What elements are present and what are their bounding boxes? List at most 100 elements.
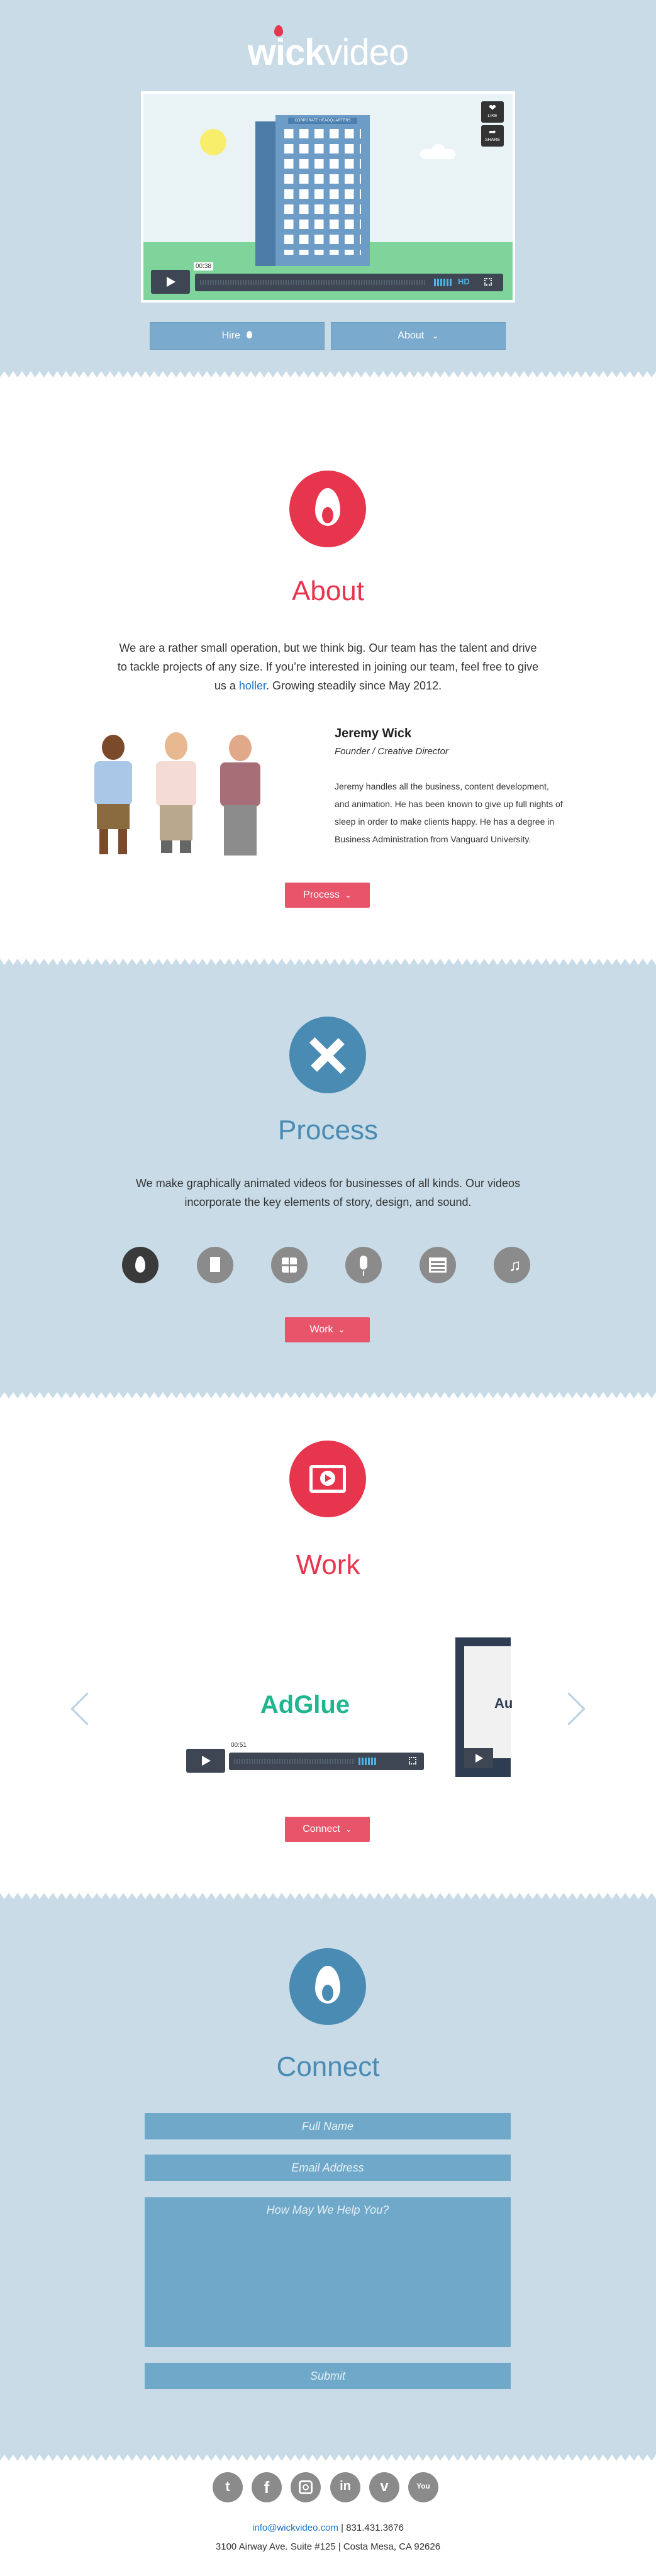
connect-button[interactable]: Connect ⌄ — [285, 1817, 370, 1842]
work-button-label: Work — [309, 1324, 333, 1335]
about-badge — [289, 471, 366, 547]
address-line: 3100 Airway Ave. Suite #125 | Costa Mesa… — [215, 2541, 441, 2552]
progress-track[interactable] — [234, 1759, 353, 1764]
about-line-2: to tackle projects of any size. If you’r… — [117, 661, 539, 673]
work-video-next[interactable]: Au — [455, 1637, 513, 1777]
carousel-next-arrow[interactable] — [552, 1692, 586, 1726]
about-label: About — [397, 330, 425, 341]
connect-section: Connect Full Name Email Address How May … — [0, 1900, 656, 2454]
process-icons: ♫ — [0, 1247, 656, 1285]
message-field[interactable]: How May We Help You? — [145, 2197, 511, 2347]
time-tooltip: 00:38 — [194, 262, 214, 270]
hire-button[interactable]: Hire — [150, 322, 325, 350]
progress-track[interactable] — [200, 280, 426, 285]
process-title: Process — [278, 1115, 378, 1146]
flame-icon[interactable] — [122, 1247, 158, 1283]
logo-bold: wick — [247, 32, 325, 73]
share-button[interactable]: ➦ SHARE — [481, 125, 504, 147]
zigzag-divider — [0, 370, 656, 377]
team-member-3-avatar[interactable] — [215, 735, 265, 861]
logo-flame-icon — [274, 25, 283, 36]
hire-label: Hire — [221, 330, 240, 341]
submit-button[interactable]: Submit — [145, 2363, 511, 2389]
adglue-logo: AdGlue — [260, 1691, 350, 1719]
connect-badge — [289, 1948, 366, 2025]
play-button[interactable] — [151, 270, 190, 294]
connect-title: Connect — [276, 2051, 380, 2082]
building-sign: CORPORATE HEADQUARTERS — [288, 118, 357, 124]
youtube-icon[interactable]: You — [408, 2472, 438, 2502]
about-line-3-post: . Growing steadily since May 2012. — [265, 679, 442, 692]
message-placeholder: How May We Help You? — [266, 2204, 389, 2216]
logo[interactable]: wickvideo — [0, 31, 656, 74]
like-button[interactable]: ❤ LIKE — [481, 101, 504, 123]
holler-link[interactable]: holler — [239, 679, 266, 692]
chevron-down-icon: ⌄ — [431, 331, 439, 340]
sun-illustration — [200, 129, 226, 155]
team-member-1-avatar[interactable] — [88, 735, 138, 861]
bio-line-1: Jeremy handles all the business, content… — [335, 781, 549, 791]
instagram-icon[interactable] — [291, 2472, 321, 2502]
cloud-illustration-2 — [431, 144, 445, 158]
logo-light: video — [324, 32, 409, 73]
full-name-field[interactable]: Full Name — [145, 2113, 511, 2139]
document-icon[interactable] — [197, 1247, 233, 1283]
building-side — [255, 121, 275, 266]
like-label: LIKE — [487, 114, 498, 118]
about-line-3-pre: us a — [214, 679, 239, 692]
zigzag-divider — [0, 2453, 656, 2461]
play-icon — [475, 1754, 483, 1763]
building-windows — [284, 129, 361, 255]
about-line-3: us a holler. Growing steadily since May … — [88, 676, 568, 695]
connect-button-label: Connect — [303, 1824, 340, 1834]
process-section: Process We make graphically animated vid… — [0, 966, 656, 1391]
adglue-time-tooltip: 00:51 — [229, 1741, 249, 1749]
adglue-play-button[interactable] — [186, 1749, 225, 1773]
zigzag-divider — [0, 959, 656, 966]
team-illustration — [75, 730, 283, 862]
flame-icon — [247, 331, 253, 338]
work-title: Work — [296, 1549, 360, 1580]
zigzag-divider — [0, 1893, 656, 1900]
flame-inner — [322, 507, 333, 523]
volume-icon[interactable] — [434, 279, 452, 286]
email-link[interactable]: info@wickvideo.com — [252, 2523, 338, 2533]
linkedin-icon[interactable]: in — [330, 2472, 360, 2502]
fullscreen-icon[interactable] — [409, 1757, 416, 1765]
video-control-bar[interactable]: HD — [195, 274, 503, 291]
chevron-down-icon: ⌄ — [344, 890, 352, 900]
next-card-play-button[interactable] — [464, 1748, 493, 1768]
next-card-text: Au — [494, 1695, 513, 1711]
film-icon[interactable] — [420, 1247, 456, 1283]
process-button[interactable]: Process ⌄ — [285, 883, 370, 908]
adglue-control-bar[interactable] — [229, 1753, 424, 1770]
hero-video-player[interactable]: CORPORATE HEADQUARTERS ❤ LIKE ➦ SHARE HD… — [141, 91, 515, 303]
twitter-icon[interactable]: t — [213, 2472, 243, 2502]
vimeo-icon[interactable]: v — [369, 2472, 399, 2502]
grid-icon[interactable] — [271, 1247, 308, 1283]
carousel-prev-arrow[interactable] — [70, 1692, 104, 1726]
share-icon: ➦ — [489, 126, 496, 137]
team-member-2-avatar[interactable] — [151, 732, 201, 861]
about-line-1: We are a rather small operation, but we … — [119, 642, 537, 654]
microphone-icon[interactable] — [345, 1247, 382, 1283]
bio-line-3: sleep in order to make clients happy. He… — [335, 817, 555, 827]
building-illustration: CORPORATE HEADQUARTERS — [275, 115, 370, 266]
volume-icon[interactable] — [359, 1758, 376, 1765]
bio-line-2: and animation. He has been known to give… — [335, 799, 563, 809]
work-badge — [289, 1441, 366, 1517]
fullscreen-icon[interactable] — [484, 278, 492, 286]
header-section: wickvideo CORPORATE HEADQUARTERS ❤ LIKE … — [0, 0, 656, 371]
music-icon[interactable]: ♫ — [494, 1247, 530, 1283]
work-button[interactable]: Work ⌄ — [285, 1317, 370, 1342]
process-button-label: Process — [303, 889, 340, 900]
work-video-adglue[interactable]: AdGlue 00:51 — [182, 1636, 428, 1774]
process-line-1: We make graphically animated videos for … — [136, 1177, 520, 1190]
facebook-icon[interactable]: f — [252, 2472, 282, 2502]
zigzag-divider — [0, 1391, 656, 1398]
hd-label[interactable]: HD — [458, 277, 470, 286]
team-member-role: Founder / Creative Director — [335, 746, 448, 757]
about-button[interactable]: About ⌄ — [331, 322, 506, 350]
heart-icon: ❤ — [489, 103, 496, 113]
email-field[interactable]: Email Address — [145, 2155, 511, 2181]
